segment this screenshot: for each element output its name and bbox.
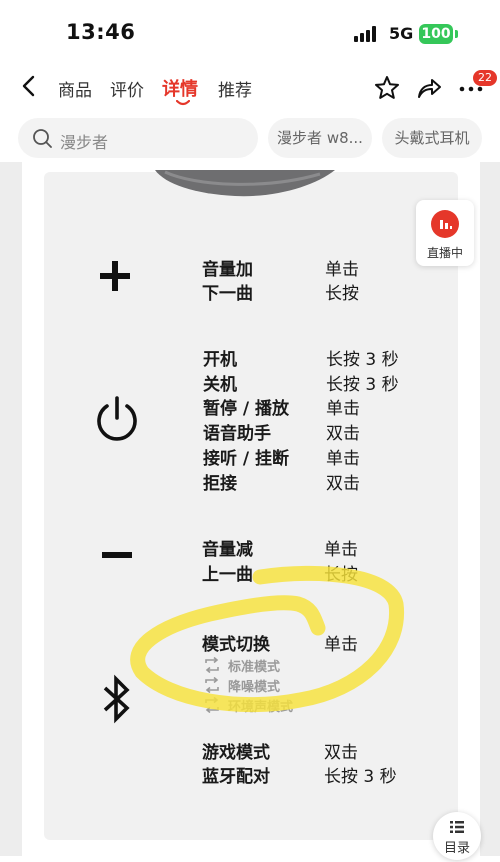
star-icon[interactable] — [374, 75, 400, 101]
headphone-image — [155, 170, 335, 197]
power-icon — [97, 396, 137, 441]
tab-recommend[interactable]: 推荐 — [218, 76, 252, 101]
gesture-answer-hangup: 单击 — [326, 449, 360, 469]
gesture-power-on: 长按 3 秒 — [326, 350, 399, 370]
gesture-game-mode: 双击 — [324, 743, 358, 763]
mode-noise-cancel: 降噪模式 — [228, 680, 281, 695]
gesture-reject-call: 双击 — [326, 474, 360, 494]
action-bt-pairing: 蓝牙配对 — [202, 767, 270, 787]
back-icon[interactable] — [18, 74, 42, 98]
action-mode-switch: 模式切换 — [202, 635, 270, 655]
minus-icon — [102, 552, 132, 558]
gesture-volume-down: 单击 — [324, 540, 358, 560]
live-label: 直播中 — [426, 246, 463, 260]
search-icon — [33, 129, 52, 148]
list-icon — [450, 821, 464, 833]
search-query: 漫步者 — [60, 133, 109, 152]
signal-icon — [354, 26, 380, 42]
notification-badge: 22 — [473, 70, 497, 86]
gesture-play-pause: 单击 — [326, 399, 360, 419]
search-input[interactable]: 漫步者 — [18, 118, 258, 158]
toc-button[interactable]: 目录 — [433, 812, 481, 860]
tab-active-indicator — [176, 100, 190, 106]
tab-details[interactable]: 详情 — [162, 75, 198, 101]
action-power-off: 关机 — [203, 375, 237, 395]
cycle-icon — [205, 677, 219, 693]
cycle-icon — [205, 697, 219, 713]
tab-product[interactable]: 商品 — [58, 76, 92, 101]
bluetooth-icon — [103, 674, 130, 724]
action-voice-assistant: 语音助手 — [203, 424, 271, 444]
gesture-power-off: 长按 3 秒 — [326, 375, 399, 395]
action-volume-up: 音量加 — [202, 260, 253, 280]
mode-ambient: 环境声模式 — [228, 700, 294, 715]
gesture-prev-track: 长按 — [324, 565, 358, 585]
action-play-pause: 暂停 / 播放 — [203, 399, 290, 419]
action-reject-call: 拒接 — [203, 474, 237, 494]
gesture-next-track: 长按 — [325, 284, 359, 304]
action-game-mode: 游戏模式 — [202, 743, 270, 763]
plus-icon — [100, 261, 130, 291]
gesture-bt-pairing: 长按 3 秒 — [324, 767, 397, 787]
action-volume-down: 音量减 — [202, 540, 253, 560]
cycle-icon — [205, 657, 219, 673]
status-bar: 13:46 5G 100 — [0, 0, 500, 62]
mode-standard: 标准模式 — [228, 660, 281, 675]
live-stream-button[interactable]: 直播中 — [416, 200, 474, 266]
gesture-volume-up: 单击 — [325, 260, 359, 280]
gesture-mode-switch: 单击 — [324, 635, 358, 655]
search-chip-w8[interactable]: 漫步者 w8... — [268, 118, 372, 158]
network-type: 5G — [389, 24, 414, 43]
top-nav: 商品 评价 详情 推荐 — [0, 62, 500, 112]
search-chip-headphones[interactable]: 头戴式耳机 — [382, 118, 482, 158]
share-icon[interactable] — [416, 75, 442, 101]
battery-icon: 100 — [419, 24, 453, 44]
battery-tip — [455, 30, 458, 38]
tab-reviews[interactable]: 评价 — [110, 76, 144, 101]
action-next-track: 下一曲 — [202, 284, 253, 304]
search-row: 漫步者 漫步者 w8... 头戴式耳机 — [0, 116, 500, 160]
gesture-voice-assistant: 双击 — [326, 424, 360, 444]
action-power-on: 开机 — [203, 350, 237, 370]
action-prev-track: 上一曲 — [202, 565, 253, 585]
toc-label: 目录 — [443, 841, 470, 856]
live-icon — [431, 210, 459, 238]
status-time: 13:46 — [66, 20, 136, 44]
action-answer-hangup: 接听 / 挂断 — [203, 449, 290, 469]
